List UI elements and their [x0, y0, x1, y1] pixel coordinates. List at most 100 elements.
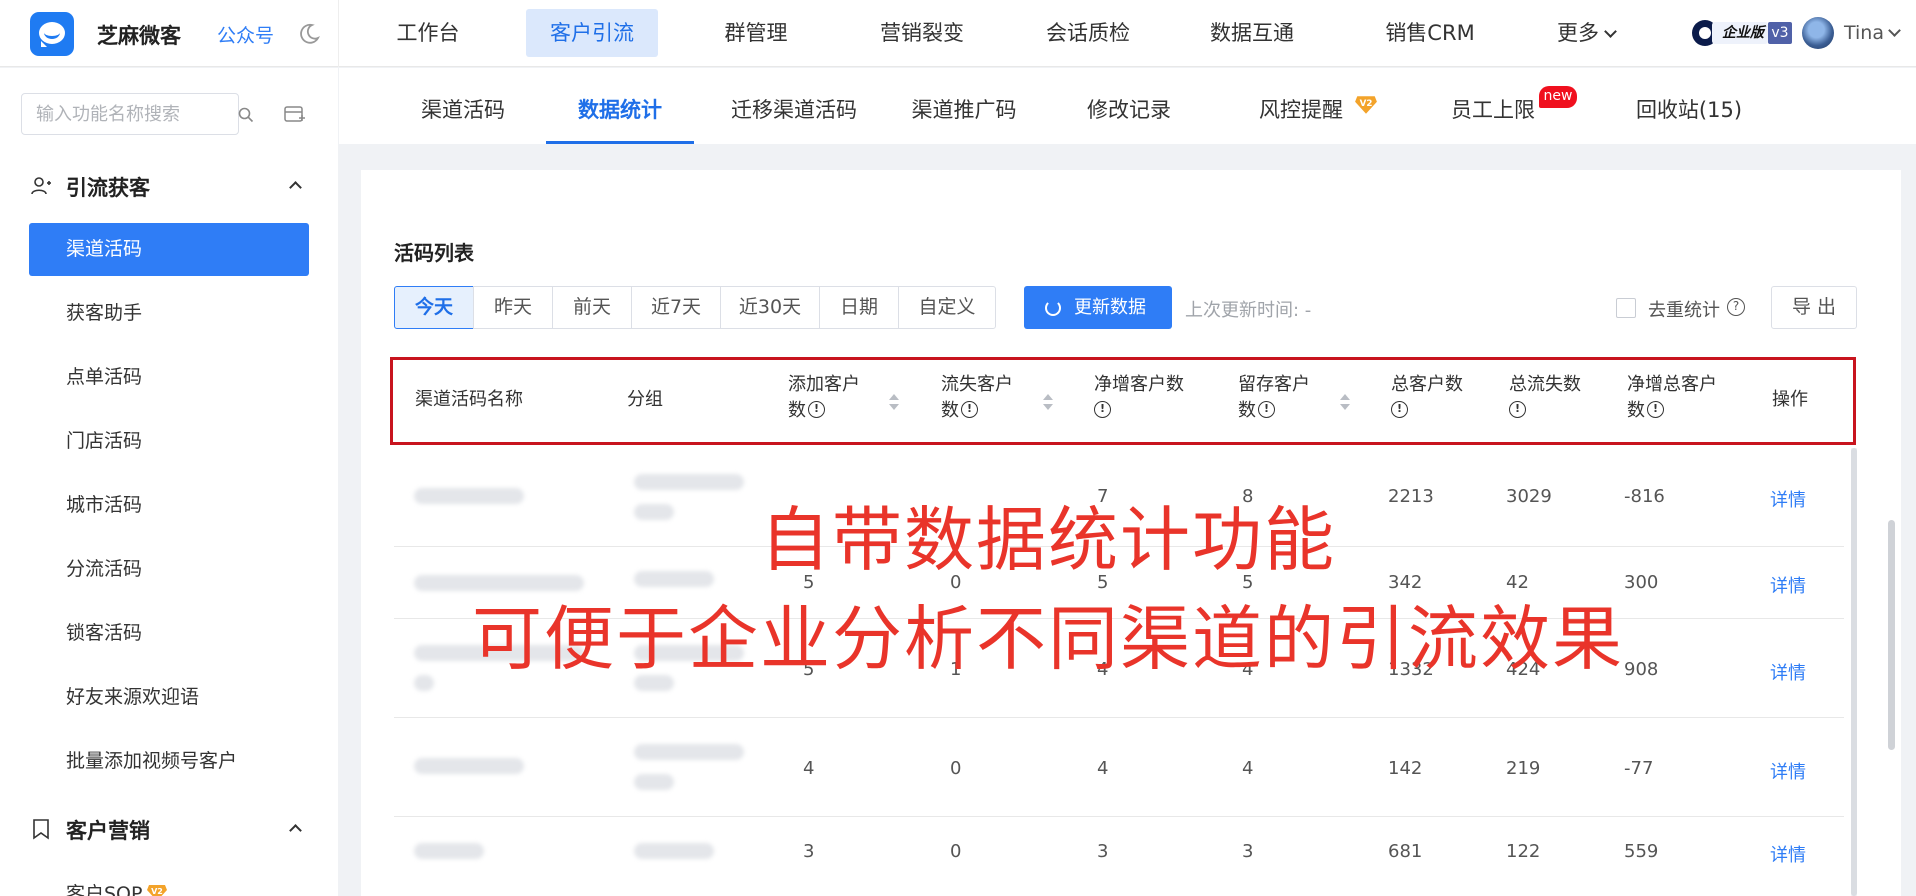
col-added-customers[interactable]: 添加客户 数! [788, 372, 860, 424]
col-net-total: 净增总客户 数! [1627, 372, 1717, 424]
edition-label: 企业版 [1712, 22, 1768, 44]
blurred-channel-name [414, 758, 524, 774]
nav-group-management[interactable]: 群管理 [706, 9, 806, 57]
blurred-channel-name [414, 645, 584, 661]
tab-migrate-channel-code[interactable]: 迁移渠道活码 [724, 68, 864, 144]
refresh-data-button[interactable]: 更新数据 [1024, 286, 1172, 329]
info-icon: ! [1509, 400, 1526, 418]
sort-icon[interactable] [889, 394, 899, 410]
page-scrollbar[interactable] [1888, 520, 1895, 750]
tab-channel-code[interactable]: 渠道活码 [399, 68, 527, 144]
tab-recycle-bin[interactable]: 回收站(15) [1614, 68, 1764, 144]
tab-change-log[interactable]: 修改记录 [1074, 68, 1184, 144]
sort-icon[interactable] [1340, 394, 1350, 410]
sidebar-item-customer-sop[interactable]: 客户SOP V2 [29, 868, 309, 896]
col-lost-customers[interactable]: 流失客户 数! [941, 372, 1013, 424]
sort-icon[interactable] [1043, 394, 1053, 410]
tab-channel-promo-code[interactable]: 渠道推广码 [899, 68, 1029, 144]
filter-date[interactable]: 日期 [819, 286, 899, 329]
cell-net: 4 [1097, 659, 1109, 680]
cell-net-total: 908 [1624, 659, 1659, 680]
help-question-icon[interactable]: ? [1727, 298, 1745, 316]
nav-marketing-fission[interactable]: 营销裂变 [870, 9, 974, 57]
cell-net-total: -77 [1624, 758, 1654, 779]
sidebar-item-customer-sop-label: 客户SOP [66, 883, 143, 896]
detail-link[interactable]: 详情 [1770, 758, 1806, 784]
filter-last-7-days[interactable]: 近7天 [631, 286, 721, 329]
col-added-customers-line1: 添加客户 [788, 374, 860, 395]
sidebar-item-split-code[interactable]: 分流活码 [29, 543, 309, 596]
tab-data-statistics[interactable]: 数据统计 [546, 68, 694, 144]
sidebar-item-store-code[interactable]: 门店活码 [29, 415, 309, 468]
cell-total: 681 [1388, 841, 1423, 862]
blurred-channel-name [414, 575, 584, 591]
detail-link[interactable]: 详情 [1770, 486, 1806, 512]
search-icon[interactable] [238, 107, 254, 123]
nav-customer-acquisition[interactable]: 客户引流 [526, 9, 658, 57]
nav-more[interactable]: 更多 [1544, 9, 1628, 57]
sidebar-item-batch-add-video[interactable]: 批量添加视频号客户 [29, 735, 309, 788]
sidebar-item-lock-code[interactable]: 锁客活码 [29, 607, 309, 660]
cell-net-total: 300 [1624, 572, 1659, 593]
col-retained-customers[interactable]: 留存客户 数! [1238, 372, 1310, 424]
user-menu-chevron-icon[interactable] [1888, 24, 1901, 37]
edition-version: v3 [1768, 22, 1792, 44]
dark-mode-moon-icon[interactable] [298, 23, 320, 45]
cell-net: 7 [1097, 486, 1109, 507]
blurred-group [634, 774, 674, 790]
detail-link[interactable]: 详情 [1770, 572, 1806, 598]
add-user-icon [31, 177, 51, 195]
table-scrollbar[interactable] [1851, 448, 1857, 896]
detail-link[interactable]: 详情 [1770, 659, 1806, 685]
gzh-link[interactable]: 公众号 [217, 21, 274, 48]
nav-workbench[interactable]: 工作台 [376, 9, 480, 57]
enterprise-edition-badge: 企业版 v3 [1692, 19, 1792, 47]
cell-total-lost: 3029 [1506, 486, 1552, 507]
cell-lost: 0 [950, 572, 962, 593]
dedupe-label[interactable]: 去重统计 [1648, 296, 1720, 322]
sidebar-item-city-code[interactable]: 城市活码 [29, 479, 309, 532]
user-avatar[interactable] [1802, 17, 1834, 49]
sidebar-item-channel-code[interactable]: 渠道活码 [29, 223, 309, 276]
collapse-menu-icon[interactable] [284, 105, 306, 125]
info-icon: ! [808, 400, 825, 418]
filter-yesterday[interactable]: 昨天 [473, 286, 553, 329]
filter-last-30-days[interactable]: 近30天 [720, 286, 820, 329]
tab-risk-alert[interactable]: 风控提醒 [1251, 68, 1351, 144]
v2-tag-text: V2 [152, 887, 164, 896]
filter-day-before[interactable]: 前天 [552, 286, 632, 329]
info-icon: ! [961, 400, 978, 418]
dedupe-checkbox[interactable] [1616, 298, 1636, 318]
new-badge: new [1539, 86, 1577, 108]
feature-search-input[interactable] [36, 102, 196, 126]
risk-tag-text: V2 [1360, 99, 1373, 109]
tab-staff-limit[interactable]: 员工上限 [1443, 68, 1543, 144]
nav-sales-crm[interactable]: 销售CRM [1366, 9, 1494, 57]
filter-custom[interactable]: 自定义 [898, 286, 996, 329]
nav-data-interop[interactable]: 数据互通 [1200, 9, 1304, 57]
cell-total-lost: 424 [1506, 659, 1541, 680]
detail-link[interactable]: 详情 [1770, 841, 1806, 867]
app-logo-icon[interactable] [30, 12, 74, 56]
section-marketing[interactable]: 客户营销 [30, 815, 310, 845]
table-row: 4 0 4 4 142 219 -77 详情 [394, 718, 1844, 817]
chevron-up-icon [289, 824, 302, 837]
info-icon: ! [1391, 400, 1408, 418]
section-acquisition[interactable]: 引流获客 [30, 172, 310, 202]
cell-total: 2213 [1388, 486, 1434, 507]
export-button[interactable]: 导 出 [1771, 286, 1857, 329]
active-tab-indicator [546, 141, 694, 144]
chevron-up-icon [289, 181, 302, 194]
sidebar-item-welcome-message[interactable]: 好友来源欢迎语 [29, 671, 309, 724]
nav-session-qc[interactable]: 会话质检 [1036, 9, 1140, 57]
table-scrollbar-thumb[interactable] [1851, 448, 1857, 896]
filter-today[interactable]: 今天 [394, 286, 474, 329]
sidebar-item-order-code[interactable]: 点单活码 [29, 351, 309, 404]
cell-net: 5 [1097, 572, 1109, 593]
blurred-group [634, 474, 744, 490]
cell-lost: 1 [950, 659, 962, 680]
app-name: 芝麻微客 [97, 24, 181, 48]
user-name[interactable]: Tina [1844, 22, 1884, 44]
col-net-total-line1: 净增总客户 [1627, 374, 1717, 395]
sidebar-item-acquisition-assistant[interactable]: 获客助手 [29, 287, 309, 340]
